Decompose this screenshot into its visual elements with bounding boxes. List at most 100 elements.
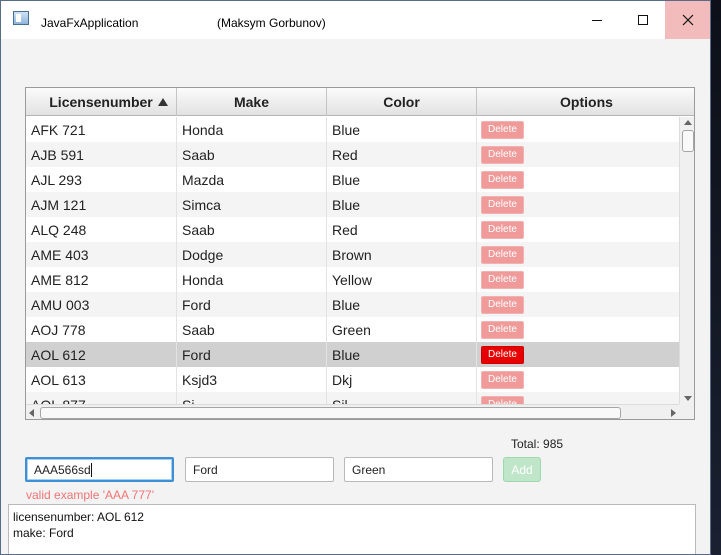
table-row[interactable]: AJB 591 Saab Red Delete [26,142,679,167]
minimize-button[interactable] [574,1,620,39]
cell-licensenumber: AMU 003 [26,292,177,317]
cell-licensenumber: AOL 612 [26,342,177,367]
cars-table: Licensenumber Make Color Options AFK 721… [25,87,695,420]
cell-licensenumber: AME 403 [26,242,177,267]
table-row[interactable]: AJL 293 Mazda Blue Delete [26,167,679,192]
cell-make: Saab [177,217,327,242]
window-title: JavaFxApplication [41,16,139,30]
title-bar[interactable]: JavaFxApplication (Maksym Gorbunov) [1,1,710,39]
delete-button[interactable]: Delete [481,320,524,339]
table-row[interactable]: AOL 877SiSil Delete [26,392,679,404]
delete-button[interactable]: Delete [481,370,524,389]
color-input[interactable]: Green [344,457,493,482]
scroll-up-icon[interactable] [684,120,692,125]
text-cursor [90,462,92,477]
cell-options: Delete [477,267,679,292]
cell-color: Blue [327,167,477,192]
add-button[interactable]: Add [503,457,541,482]
table-row[interactable]: AMU 003 Ford Blue Delete [26,292,679,317]
table-row[interactable]: AME 403 Dodge Brown Delete [26,242,679,267]
delete-button[interactable]: Delete [481,295,524,314]
color-input-value: Green [352,462,386,477]
horizontal-scrollbar[interactable] [26,404,679,419]
column-header-label: Options [560,94,613,110]
cell-licensenumber: AOL 877 [26,392,177,404]
cell-licensenumber: AJL 293 [26,167,177,192]
table-row[interactable]: AOJ 778 Saab Green Delete [26,317,679,342]
cell-make: Saab [177,317,327,342]
table-row[interactable]: ALQ 248 Saab Red Delete [26,217,679,242]
column-header-licensenumber[interactable]: Licensenumber [26,88,177,116]
cell-make: Ksjd3 [177,367,327,392]
cell-make: Honda [177,267,327,292]
details-line: make: Ford [13,526,74,540]
cell-make: Dodge [177,242,327,267]
details-textarea[interactable]: licensenumber: AOL 612 make: Ford [8,504,696,554]
column-header-options[interactable]: Options [477,88,694,116]
cell-options: Delete [477,317,679,342]
scroll-left-icon[interactable] [29,409,34,417]
cell-licensenumber: AOJ 778 [26,317,177,342]
delete-button[interactable]: Delete [481,245,524,264]
cell-licensenumber: AJM 121 [26,192,177,217]
table-header: Licensenumber Make Color Options [26,88,694,116]
delete-button[interactable]: Delete [481,270,524,289]
vertical-scroll-thumb[interactable] [682,130,694,152]
close-button[interactable] [665,1,710,39]
cell-make: Saab [177,142,327,167]
cell-color: Red [327,142,477,167]
table-row[interactable]: AME 812 Honda Yellow Delete [26,267,679,292]
maximize-icon [638,15,648,25]
delete-button[interactable]: Delete [481,220,524,239]
table-row[interactable]: AOL 612 Ford Blue Delete [26,342,679,367]
delete-button[interactable]: Delete [481,195,524,214]
delete-button[interactable]: Delete [481,145,524,164]
cell-options: Delete [477,217,679,242]
cell-options: Delete [477,167,679,192]
license-input[interactable]: AAA566sd [25,457,174,482]
cell-color: Blue [327,292,477,317]
table-row[interactable]: AJM 121 Simca Blue Delete [26,192,679,217]
cell-licensenumber: AME 812 [26,267,177,292]
cell-options: Delete [477,142,679,167]
scroll-down-icon[interactable] [684,396,692,401]
cell-color: Dkj [327,367,477,392]
column-header-make[interactable]: Make [177,88,327,116]
cell-color: Yellow [327,267,477,292]
cell-licensenumber: AJB 591 [26,142,177,167]
cell-color: Blue [327,342,477,367]
scrollbar-corner [679,404,694,419]
cell-color: Red [327,217,477,242]
table-row[interactable]: AOL 613 Ksjd3 Dkj Delete [26,367,679,392]
cell-options: Delete [477,367,679,392]
license-input-value: AAA566sd [34,462,91,477]
cell-make: Si [177,392,327,404]
column-header-label: Color [383,94,420,110]
cell-licensenumber: ALQ 248 [26,217,177,242]
cell-options: Delete [477,342,679,367]
maximize-button[interactable] [620,1,666,39]
column-header-color[interactable]: Color [327,88,477,116]
cell-options: Delete [477,192,679,217]
cell-make: Ford [177,292,327,317]
cell-make: Ford [177,342,327,367]
cell-color: Green [327,317,477,342]
table-body: AFK 721 Honda Blue Delete AJB 591 Saab Red Dele… [26,117,679,404]
cell-licensenumber: AOL 613 [26,367,177,392]
app-icon [13,11,29,25]
make-input[interactable]: Ford [185,457,334,482]
column-header-label: Licensenumber [49,94,153,110]
cell-color: Blue [327,117,477,142]
cell-color: Sil [327,392,477,404]
delete-button[interactable]: Delete [481,120,524,139]
scroll-right-icon[interactable] [671,409,676,417]
delete-button[interactable]: Delete [481,170,524,189]
vertical-scrollbar[interactable] [679,117,694,404]
delete-button[interactable]: Delete [481,395,524,404]
app-window: JavaFxApplication (Maksym Gorbunov) Lice… [0,0,711,555]
delete-button[interactable]: Delete [481,345,524,364]
table-row[interactable]: AFK 721 Honda Blue Delete [26,117,679,142]
horizontal-scroll-thumb[interactable] [40,407,621,419]
close-icon [682,14,694,26]
cell-color: Brown [327,242,477,267]
